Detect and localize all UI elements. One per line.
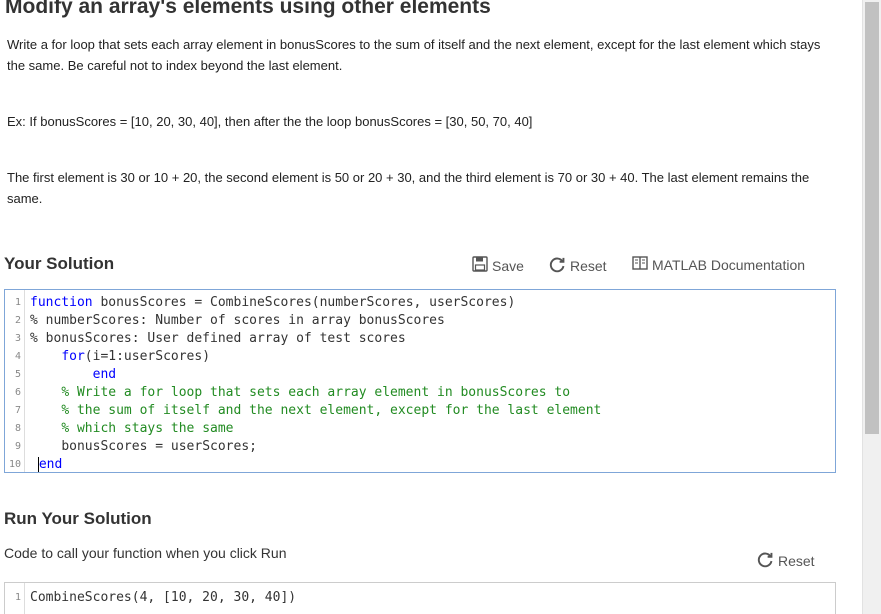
code-text: (i=1:userScores): [84, 349, 211, 364]
keyword: function: [30, 295, 93, 310]
problem-description: Write a for loop that sets each array el…: [7, 37, 821, 73]
refresh-icon: [757, 551, 774, 571]
doc-label: MATLAB Documentation: [652, 256, 806, 273]
code-line[interactable]: % which stays the same: [30, 420, 601, 438]
page-title: Modify an array's elements using other e…: [5, 0, 491, 18]
solution-heading: Your Solution: [4, 254, 115, 273]
line-number-gutter: 1 2 3 4 5 6 7 8 9 10: [5, 290, 25, 472]
line-number-gutter: 1: [5, 583, 25, 614]
code-text: bonusScores = userScores;: [61, 439, 257, 454]
vertical-scrollbar[interactable]: [862, 0, 881, 614]
code-lines[interactable]: function bonusScores = CombineScores(num…: [30, 294, 601, 474]
refresh-icon: [549, 256, 566, 276]
solution-code-editor[interactable]: 1 2 3 4 5 6 7 8 9 10 function bonusScore…: [4, 289, 836, 473]
reset-button[interactable]: Reset: [549, 256, 607, 276]
code-comment[interactable]: % bonusScores: User defined array of tes…: [30, 330, 601, 348]
code-comment: % Write a for loop that sets each array …: [61, 385, 571, 400]
code-line[interactable]: end: [30, 456, 601, 474]
line-number: 1: [14, 297, 21, 308]
run-heading: Run Your Solution: [4, 509, 152, 528]
reset-call-button[interactable]: Reset: [757, 551, 815, 571]
book-icon: [632, 256, 648, 273]
code-comment[interactable]: % numberScores: Number of scores in arra…: [30, 312, 601, 330]
problem-page: Modify an array's elements using other e…: [0, 0, 862, 614]
matlab-documentation-link[interactable]: MATLAB Documentation: [632, 256, 805, 273]
scrollbar-thumb[interactable]: [865, 2, 879, 434]
call-code-label: Code to call your function when you clic…: [4, 545, 287, 561]
line-number: 3: [14, 333, 21, 344]
code-line[interactable]: % the sum of itself and the next element…: [30, 402, 601, 420]
save-button[interactable]: Save: [472, 256, 524, 275]
reset-label: Reset: [570, 258, 607, 274]
keyword: for: [61, 349, 85, 364]
problem-example: Ex: If bonusScores = [10, 20, 30, 40], t…: [7, 114, 533, 129]
code-line[interactable]: function bonusScores = CombineScores(num…: [30, 294, 601, 312]
code-comment: % which stays the same: [61, 421, 234, 436]
line-number: 9: [14, 441, 21, 452]
line-number: 4: [14, 351, 21, 362]
save-label: Save: [492, 257, 524, 274]
keyword: end: [37, 457, 63, 472]
code-line[interactable]: end: [30, 366, 601, 384]
code-comment: % the sum of itself and the next element…: [61, 403, 602, 418]
code-line[interactable]: % Write a for loop that sets each array …: [30, 384, 601, 402]
line-number: 2: [14, 315, 21, 326]
code-line[interactable]: bonusScores = userScores;: [30, 438, 601, 456]
floppy-disk-icon: [472, 256, 488, 275]
line-number: 5: [14, 369, 21, 380]
line-number: 1: [14, 592, 21, 603]
code-lines[interactable]: CombineScores(4, [10, 20, 30, 40]): [30, 589, 296, 607]
code-line[interactable]: for(i=1:userScores): [30, 348, 601, 366]
problem-explanation: The first element is 30 or 10 + 20, the …: [7, 170, 810, 206]
line-number: 10: [8, 459, 21, 470]
line-number: 6: [14, 387, 21, 398]
call-code-editor[interactable]: 1 CombineScores(4, [10, 20, 30, 40]): [4, 582, 836, 614]
code-text: bonusScores = CombineScores(numberScores…: [92, 295, 516, 310]
keyword: end: [92, 367, 117, 382]
code-line[interactable]: CombineScores(4, [10, 20, 30, 40]): [30, 589, 296, 607]
line-number: 8: [14, 423, 21, 434]
reset-label: Reset: [778, 553, 815, 569]
line-number: 7: [14, 405, 21, 416]
